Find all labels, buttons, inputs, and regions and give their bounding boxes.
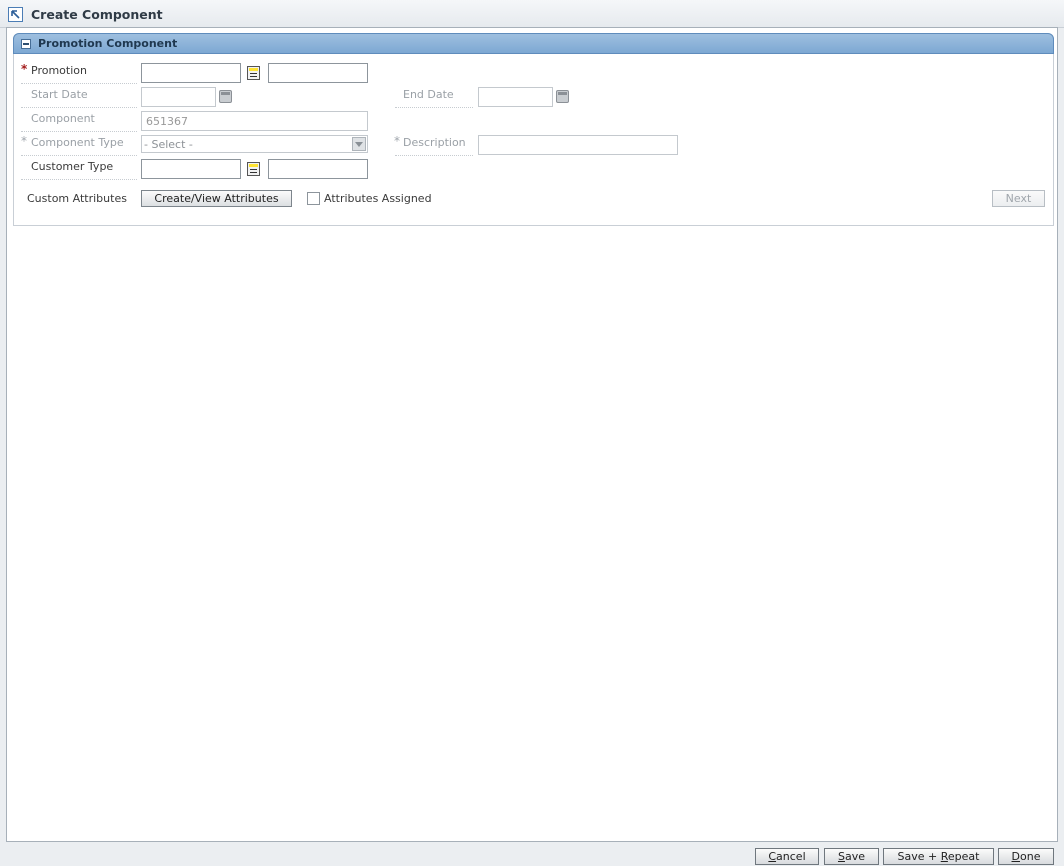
- end-date-input[interactable]: [478, 87, 553, 107]
- component-type-label: Component Type: [31, 136, 124, 149]
- customer-type-input[interactable]: [141, 159, 241, 179]
- chevron-down-icon[interactable]: [352, 137, 366, 151]
- footer-bar: Cancel Save Save + Repeat Done: [0, 843, 1064, 866]
- customer-type-description-input[interactable]: [268, 159, 368, 179]
- done-button[interactable]: Done: [998, 848, 1054, 865]
- arrow-up-left-icon[interactable]: [8, 7, 23, 22]
- list-of-values-icon[interactable]: [247, 66, 260, 80]
- description-label: Description: [403, 136, 466, 149]
- promotion-description-input[interactable]: [268, 63, 368, 83]
- label-underline: [395, 107, 473, 108]
- create-view-attributes-button[interactable]: Create/View Attributes: [141, 190, 292, 207]
- window-titlebar: Create Component: [0, 0, 1064, 28]
- component-type-select[interactable]: - Select -: [141, 135, 368, 153]
- attributes-assigned-label: Attributes Assigned: [324, 192, 432, 205]
- list-of-values-icon[interactable]: [247, 162, 260, 176]
- required-marker: *: [394, 134, 400, 148]
- save-button[interactable]: Save: [824, 848, 879, 865]
- custom-attributes-label: Custom Attributes: [27, 192, 127, 205]
- label-underline: [395, 155, 473, 156]
- save-label-rest: ave: [844, 850, 865, 863]
- customer-type-label: Customer Type: [31, 160, 114, 173]
- start-date-input[interactable]: [141, 87, 216, 107]
- label-underline: [21, 155, 137, 156]
- panel-header[interactable]: Promotion Component: [13, 33, 1054, 54]
- start-date-label: Start Date: [31, 88, 88, 101]
- cancel-label-rest: ancel: [776, 850, 806, 863]
- cancel-button[interactable]: Cancel: [755, 848, 819, 865]
- cancel-mnemonic: C: [768, 850, 777, 863]
- main-content: Promotion Component * Promotion Start Da…: [6, 27, 1058, 842]
- done-mnemonic: D: [1011, 850, 1020, 863]
- save-repeat-button[interactable]: Save + Repeat: [883, 848, 994, 865]
- component-label: Component: [31, 112, 95, 125]
- label-underline: [21, 107, 137, 108]
- window-title: Create Component: [31, 7, 163, 22]
- save-repeat-mnemonic: R: [940, 850, 948, 863]
- panel-title: Promotion Component: [38, 37, 178, 50]
- component-input: [141, 111, 368, 131]
- promotion-label: Promotion: [31, 64, 87, 77]
- end-date-label: End Date: [403, 88, 454, 101]
- label-underline: [21, 179, 137, 180]
- calendar-icon[interactable]: [556, 90, 569, 103]
- calendar-icon[interactable]: [219, 90, 232, 103]
- label-underline: [21, 131, 137, 132]
- required-marker: *: [21, 134, 27, 148]
- attributes-assigned-checkbox[interactable]: [307, 192, 320, 205]
- save-mnemonic: S: [837, 850, 845, 863]
- next-button[interactable]: Next: [992, 190, 1045, 207]
- collapse-minus-icon[interactable]: [21, 39, 31, 49]
- save-repeat-prefix: Save +: [897, 850, 941, 863]
- component-type-selected: - Select -: [144, 138, 193, 151]
- description-input[interactable]: [478, 135, 678, 155]
- required-marker: *: [21, 62, 28, 76]
- promotion-input[interactable]: [141, 63, 241, 83]
- label-underline: [21, 83, 137, 84]
- done-label-rest: one: [1020, 850, 1041, 863]
- save-repeat-label-rest: epeat: [947, 850, 980, 863]
